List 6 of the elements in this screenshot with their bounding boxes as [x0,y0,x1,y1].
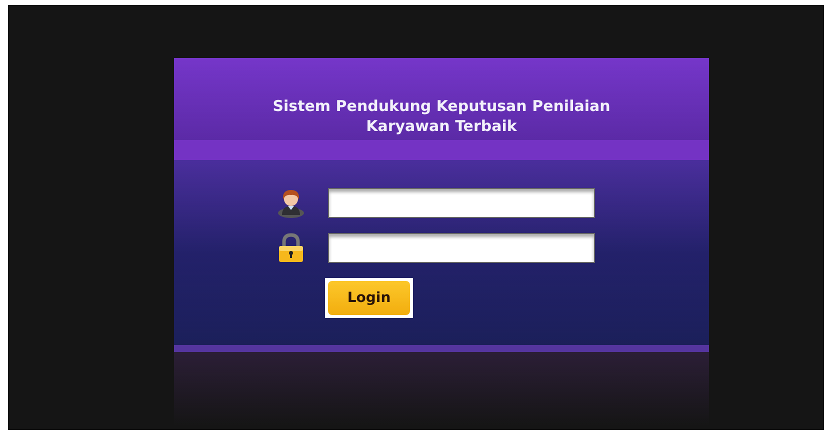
padlock-icon [276,233,306,263]
input-field[interactable] [328,188,595,218]
user-icon [276,188,306,218]
input-field[interactable] [328,233,595,263]
login-button[interactable]: Login [325,278,413,318]
page-title: Sistem Pendukung Keputusan Penilaian Karyawan Terbaik [272,96,612,136]
